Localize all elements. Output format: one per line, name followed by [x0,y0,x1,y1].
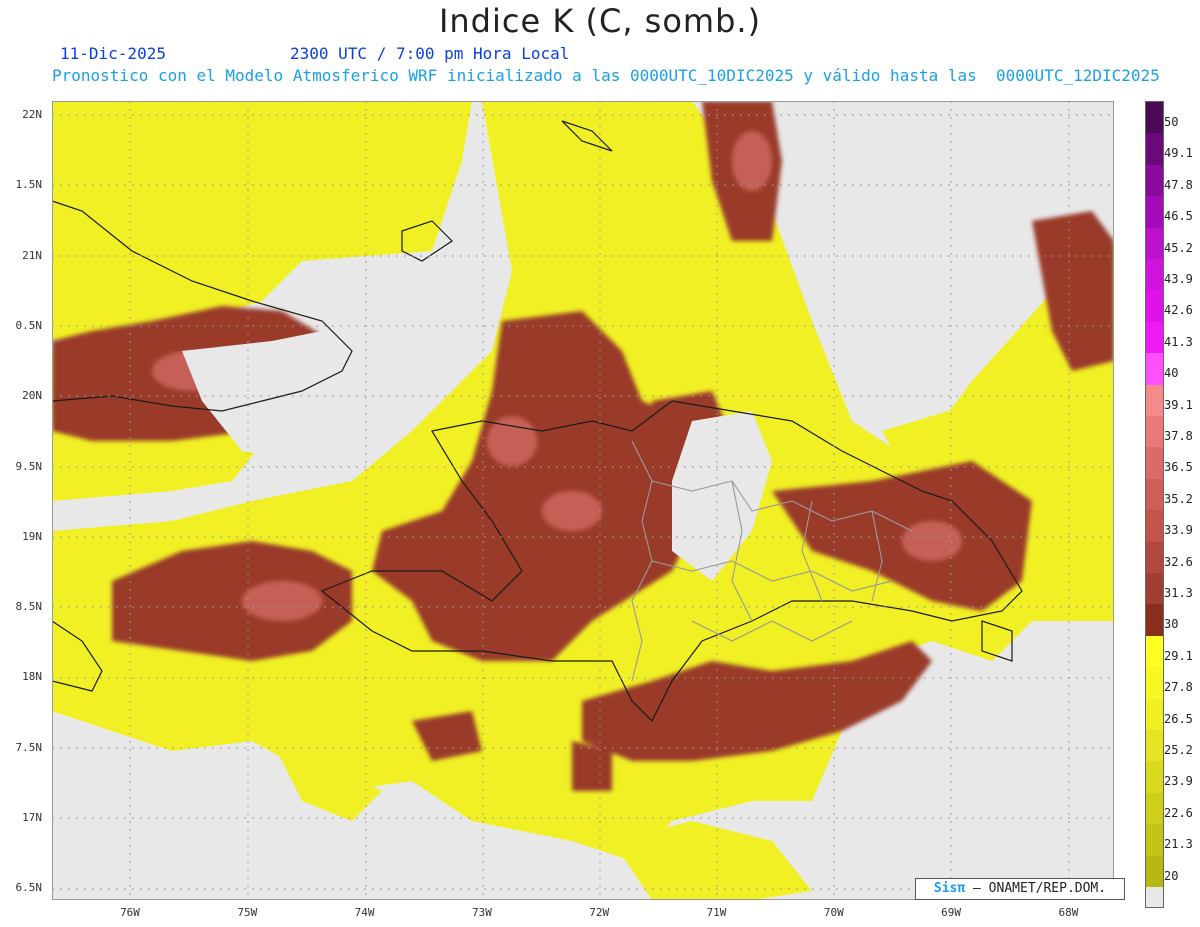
longitude-label: 70W [823,906,844,919]
colorbar-segment [1146,478,1163,511]
colorbar-label: 50 [1164,115,1179,129]
colorbar-label: 23.9 [1164,774,1193,789]
colorbar-segment [1146,102,1163,134]
latitude-label: 7.5N [15,740,43,754]
colorbar-segment [1146,290,1163,323]
time-label: 2300 UTC / 7:00 pm Hora Local [290,44,570,63]
latitude-label: 20N [22,389,42,403]
colorbar-segment [1146,321,1163,354]
colorbar-label: 21.3 [1164,837,1193,852]
latitude-label: 8.5N [15,600,43,614]
colorbar-label: 29.1 [1164,648,1193,663]
sispi-logo-text: Sisπ [933,881,966,896]
colorbar-segment [1146,384,1163,417]
colorbar-label: 26.5 [1164,711,1193,726]
model-description: Pronostico con el Modelo Atmosferico WRF… [52,66,1160,85]
colorbar-label: 33.9 [1164,523,1193,538]
colorbar-segment [1146,824,1163,857]
latitude-label: 18N [22,670,42,684]
latitude-label: 0.5N [15,318,43,332]
colorbar-label: 36.5 [1164,460,1193,475]
colorbar-label: 25.2 [1164,743,1193,757]
colorbar-segment [1146,792,1163,825]
colorbar-label: 49.1 [1164,146,1193,161]
longitude-label: 75W [237,906,258,919]
colorbar-label: 39.1 [1164,397,1193,412]
colorbar-segment [1146,855,1163,888]
latitude-label: 1.5N [15,178,43,192]
colorbar-segment [1146,761,1163,794]
latitude-label: 19N [22,529,42,543]
credit-text: – ONAMET/REP.DOM. [965,881,1107,896]
colorbar-segment [1146,133,1163,166]
colorbar-segment [1146,887,1163,907]
credit-box: Sisπ – ONAMET/REP.DOM. [915,878,1125,900]
colorbar-label: 41.3 [1164,334,1193,349]
colorbar-segment [1146,164,1163,197]
latitude-label: 21N [22,248,42,262]
date-label: 11-Dic-2025 [60,44,166,63]
colorbar-label: 46.5 [1164,209,1193,224]
longitude-label: 76W [120,906,140,919]
colorbar-label: 42.6 [1164,303,1193,318]
colorbar-label: 40 [1164,366,1179,381]
colorbar-segment [1146,604,1163,637]
colorbar-segment [1146,416,1163,448]
colorbar-segment [1146,730,1163,762]
latitude-label: 9.5N [15,459,43,473]
colorbar [1145,101,1164,908]
colorbar-segment [1146,510,1163,543]
colorbar-segment [1146,447,1163,480]
colorbar-label: 45.2 [1164,240,1193,255]
colorbar-label: 30 [1164,617,1179,632]
map-title: Indice K (C, somb.) [438,2,762,40]
colorbar-label: 22.6 [1164,805,1193,820]
colorbar-label: 43.9 [1164,272,1193,286]
latitude-label: 17N [22,811,42,824]
colorbar-label: 35.2 [1164,491,1193,506]
colorbar-segment [1146,698,1163,731]
colorbar-segment [1146,259,1163,291]
colorbar-segment [1146,227,1163,260]
colorbar-segment [1146,635,1163,668]
k-index-map [52,101,1114,900]
colorbar-segment [1146,196,1163,229]
colorbar-label: 32.6 [1164,554,1193,569]
colorbar-label: 20 [1164,868,1179,883]
longitude-label: 69W [941,906,962,919]
colorbar-segment [1146,353,1163,386]
longitude-label: 74W [354,906,375,919]
colorbar-label: 47.8 [1164,177,1193,192]
longitude-label: 73W [471,906,492,919]
latitude-label: 6.5N [15,881,43,895]
colorbar-segment [1146,541,1163,574]
colorbar-label: 37.8 [1164,429,1193,443]
colorbar-segment [1146,667,1163,700]
colorbar-segment [1146,573,1163,605]
longitude-label: 71W [706,906,727,919]
longitude-label: 68W [1058,906,1079,919]
latitude-label: 22N [22,108,42,121]
colorbar-label: 27.8 [1164,680,1193,695]
longitude-label: 72W [589,906,610,919]
colorbar-label: 31.3 [1164,586,1193,600]
